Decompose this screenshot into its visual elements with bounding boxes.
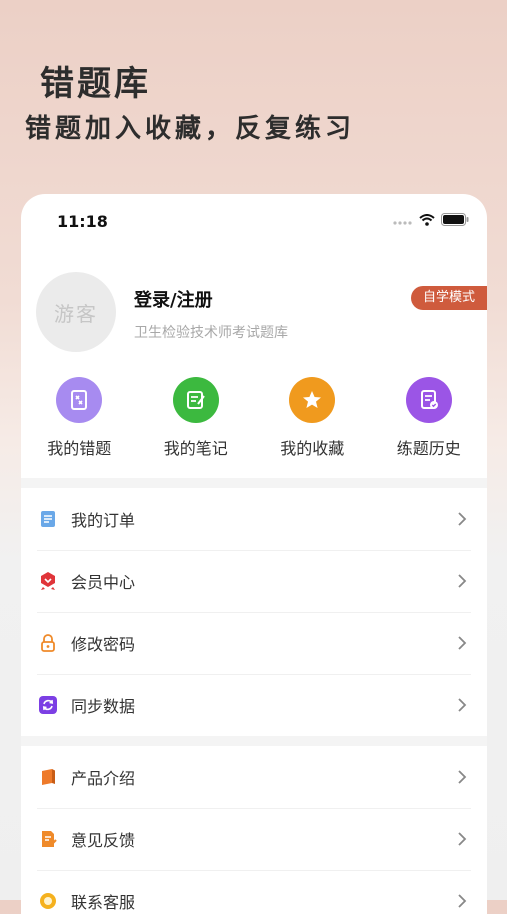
chevron-right-icon xyxy=(455,512,469,526)
menu-group-account: 我的订单 会员中心 修改密码 同步数据 xyxy=(21,488,487,736)
avatar[interactable]: 游客 xyxy=(36,272,116,352)
promo-subtitle: 错题加入收藏，反复练习 xyxy=(25,114,356,144)
menu-item-contact-service[interactable]: 联系客服 xyxy=(21,870,487,914)
quick-action-label: 我的笔记 xyxy=(163,439,228,458)
quick-action-wrong-questions[interactable]: 我的错题 xyxy=(21,377,138,467)
menu-item-product-intro[interactable]: 产品介绍 xyxy=(21,746,487,808)
quick-actions: 我的错题 我的笔记 我的收藏 练题历史 xyxy=(21,377,487,467)
battery-icon xyxy=(441,211,469,230)
chevron-right-icon xyxy=(455,636,469,650)
signal-icon xyxy=(393,211,413,230)
chevron-right-icon xyxy=(455,832,469,846)
feedback-icon xyxy=(37,828,59,850)
chevron-right-icon xyxy=(455,770,469,784)
history-icon xyxy=(405,377,452,423)
menu-item-feedback[interactable]: 意见反馈 xyxy=(21,808,487,870)
phone-screen: 11:18 游客 登录/注册 卫生检验技术师考试题库 自学模式 我的错题 我的笔… xyxy=(21,194,487,914)
quick-action-notes[interactable]: 我的笔记 xyxy=(138,377,255,467)
wrong-questions-icon xyxy=(56,377,103,423)
wifi-icon xyxy=(419,211,435,230)
menu-item-label: 联系客服 xyxy=(71,893,136,912)
menu-item-change-password[interactable]: 修改密码 xyxy=(21,612,487,674)
menu-item-label: 我的订单 xyxy=(71,511,136,530)
profile-section: 游客 登录/注册 卫生检验技术师考试题库 自学模式 xyxy=(21,264,487,364)
menu-item-label: 产品介绍 xyxy=(71,769,136,788)
book-icon xyxy=(37,766,59,788)
promo-title: 错题库 xyxy=(40,64,151,104)
status-bar: 11:18 xyxy=(21,194,487,244)
notes-icon xyxy=(172,377,219,423)
quick-action-history[interactable]: 练题历史 xyxy=(371,377,488,467)
status-time: 11:18 xyxy=(57,212,108,231)
study-mode-badge[interactable]: 自学模式 xyxy=(410,286,487,310)
chevron-right-icon xyxy=(455,698,469,712)
menu-item-vip[interactable]: 会员中心 xyxy=(21,550,487,612)
section-divider xyxy=(21,736,487,746)
chevron-right-icon xyxy=(455,574,469,588)
vip-icon xyxy=(37,570,59,592)
menu-item-label: 意见反馈 xyxy=(71,831,136,850)
quick-action-label: 我的收藏 xyxy=(280,439,345,458)
star-icon xyxy=(289,377,336,423)
menu-item-label: 会员中心 xyxy=(71,573,136,592)
quick-action-label: 练题历史 xyxy=(396,439,461,458)
status-icons xyxy=(393,211,469,230)
menu-group-about: 产品介绍 意见反馈 联系客服 xyxy=(21,746,487,914)
menu-item-label: 同步数据 xyxy=(71,697,136,716)
chevron-right-icon xyxy=(455,894,469,908)
menu-item-label: 修改密码 xyxy=(71,635,136,654)
sync-icon xyxy=(37,694,59,716)
service-icon xyxy=(37,890,59,912)
order-icon xyxy=(37,508,59,530)
section-divider xyxy=(21,478,487,488)
quick-action-favorites[interactable]: 我的收藏 xyxy=(254,377,371,467)
lock-icon xyxy=(37,632,59,654)
menu-item-orders[interactable]: 我的订单 xyxy=(21,488,487,550)
login-register-link[interactable]: 登录/注册 xyxy=(134,286,213,312)
app-subtitle: 卫生检验技术师考试题库 xyxy=(134,325,288,341)
menu-item-sync-data[interactable]: 同步数据 xyxy=(21,674,487,736)
quick-action-label: 我的错题 xyxy=(47,439,112,458)
